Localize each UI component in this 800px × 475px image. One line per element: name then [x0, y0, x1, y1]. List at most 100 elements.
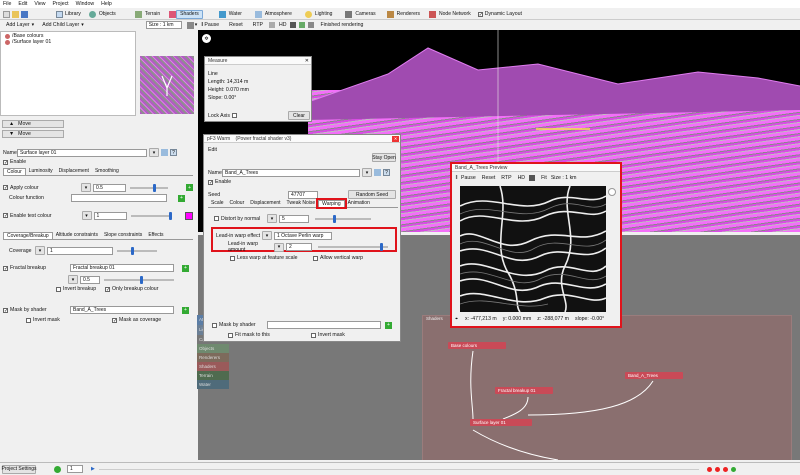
random-seed-button[interactable]: Random Seed [348, 190, 396, 199]
preview-reset-button[interactable]: Reset [482, 175, 496, 181]
add-layer-button[interactable]: Add Layer [6, 22, 30, 28]
sidebar-item-shaders[interactable]: Shaders [197, 362, 229, 371]
shader-name-field[interactable]: Band_A_Trees [222, 168, 360, 177]
shader-mask-field[interactable] [267, 321, 381, 329]
lead-in-amount-slider[interactable] [318, 243, 388, 251]
amount-options-button[interactable]: ▾ [274, 242, 284, 252]
mask-by-shader-checkbox[interactable] [3, 307, 8, 313]
tab-displacement[interactable]: Displacement [56, 168, 92, 175]
keyframe-icon[interactable] [714, 466, 720, 472]
terrain-tab[interactable]: Terrain [142, 10, 163, 19]
apply-colour-slider[interactable] [129, 183, 169, 192]
export-icon[interactable] [374, 169, 381, 176]
water-tab[interactable]: Water [226, 10, 245, 19]
only-breakup-colour-checkbox[interactable] [105, 286, 110, 292]
new-icon[interactable] [3, 10, 10, 18]
fit-mask-checkbox[interactable] [228, 332, 233, 338]
preview-hd-button[interactable]: HD [518, 175, 526, 181]
slider-knob[interactable] [380, 243, 383, 251]
node-fractal-breakup[interactable]: Fractal breakup 01 [495, 387, 553, 394]
pause-icon[interactable]: ‖ [454, 175, 459, 181]
tab-luminosity[interactable]: Luminosity [26, 168, 56, 175]
enable-test-colour-checkbox[interactable] [3, 213, 8, 218]
renderers-tab[interactable]: Renderers [394, 10, 423, 19]
tab-coverage-breakup[interactable]: Coverage/Breakup [3, 232, 53, 239]
menu-window[interactable]: Window [76, 1, 94, 7]
node-base-colours[interactable]: Base colours [448, 342, 506, 349]
camera-icon[interactable] [186, 21, 194, 29]
add-icon[interactable]: + [178, 194, 185, 202]
distort-value[interactable]: 5 [279, 214, 309, 223]
chevron-down-icon[interactable]: ▾ [195, 22, 198, 28]
fractal-breakup-field[interactable]: Fractal breakup 01 [70, 264, 174, 272]
distort-slider[interactable] [315, 214, 371, 223]
add-icon[interactable]: + [385, 321, 392, 329]
test-colour-swatch[interactable] [185, 211, 193, 220]
cameras-tab[interactable]: Cameras [352, 10, 378, 19]
sidebar-item-objects[interactable]: Objects [197, 344, 229, 353]
shaders-icon[interactable] [169, 10, 177, 18]
chevron-down-icon[interactable]: ▾ [81, 22, 84, 28]
seed-field[interactable]: 47707 [288, 190, 318, 199]
sidebar-item-renderers[interactable]: Renderers [197, 353, 229, 362]
node-surface-layer[interactable]: Surface layer 01 [470, 419, 532, 426]
tab-displacement[interactable]: Displacement [247, 200, 283, 207]
invert-breakup-checkbox[interactable] [56, 286, 61, 292]
close-icon[interactable]: ✕ [305, 58, 309, 64]
slider-knob[interactable] [131, 246, 134, 255]
sidebar-item-terrain[interactable]: Terrain [197, 371, 229, 380]
name-options-button[interactable]: ▾ [362, 168, 372, 177]
move-down-button[interactable]: ▼ Move [2, 130, 64, 138]
list-item[interactable]: /Surface layer 01 [5, 39, 135, 45]
add-icon[interactable]: + [182, 306, 189, 314]
allow-vertical-warp-checkbox[interactable] [313, 255, 318, 261]
cameras-icon[interactable] [345, 10, 353, 18]
warning-icon[interactable] [722, 466, 728, 472]
timeline-play-icon[interactable]: ▶ [91, 466, 95, 472]
apply-colour-value[interactable]: 0.5 [93, 183, 126, 192]
pause-icon[interactable]: ‖ [201, 22, 203, 28]
tab-scale[interactable]: Scale [208, 200, 227, 207]
name-field[interactable]: Surface layer 01 [17, 148, 147, 157]
coverage-value[interactable]: 1 [47, 246, 113, 255]
coverage-options-button[interactable]: ▾ [35, 246, 45, 255]
node-network-icon[interactable] [429, 10, 437, 18]
play-icon[interactable] [54, 465, 61, 473]
apply-colour-checkbox[interactable] [3, 185, 8, 190]
preview-fit-button[interactable]: Fit [541, 175, 547, 181]
slider-knob[interactable] [140, 275, 143, 284]
slider-knob[interactable] [168, 211, 172, 220]
navigation-gizmo-icon[interactable]: ✲ [202, 34, 211, 43]
add-icon[interactable]: + [182, 264, 189, 272]
preview-pause-button[interactable]: Pause [461, 175, 476, 181]
close-icon[interactable]: ✕ [392, 136, 399, 142]
frame-field[interactable]: 1 [67, 465, 83, 473]
node-network-tab[interactable]: Node Network [436, 10, 474, 19]
tab-colour[interactable]: Colour [227, 200, 248, 207]
library-icon[interactable] [56, 10, 63, 18]
timeline-slider[interactable] [98, 468, 699, 470]
dynamic-layout-checkbox[interactable] [477, 11, 483, 17]
shader-invert-mask-checkbox[interactable] [311, 332, 316, 338]
tab-colour[interactable]: Colour [3, 168, 26, 175]
lock-axis-checkbox[interactable] [231, 113, 237, 118]
test-colour-value[interactable]: 1 [93, 211, 127, 220]
record-icon[interactable] [706, 466, 712, 472]
lead-in-amount-value[interactable]: 2 [286, 243, 312, 251]
library-button[interactable]: Library [65, 11, 81, 17]
menu-project[interactable]: Project [52, 1, 68, 7]
navigation-gizmo-icon[interactable] [608, 188, 616, 196]
chevron-down-icon[interactable]: ▾ [32, 22, 35, 28]
pause-button[interactable]: Pause [204, 22, 219, 28]
distort-options-button[interactable]: ▾ [267, 214, 277, 223]
distort-by-normal-checkbox[interactable] [214, 216, 219, 221]
tab-slope-constraints[interactable]: Slope constraints [101, 232, 145, 239]
test-colour-slider[interactable] [130, 211, 172, 220]
menu-file[interactable]: File [3, 1, 11, 7]
menu-help[interactable]: Help [101, 1, 112, 7]
less-warp-checkbox[interactable] [230, 255, 235, 261]
refresh-icon[interactable] [299, 22, 306, 28]
shaders-tab[interactable]: Shaders [176, 9, 203, 19]
export-icon[interactable] [161, 149, 168, 156]
objects-tab[interactable]: Objects [96, 10, 119, 19]
